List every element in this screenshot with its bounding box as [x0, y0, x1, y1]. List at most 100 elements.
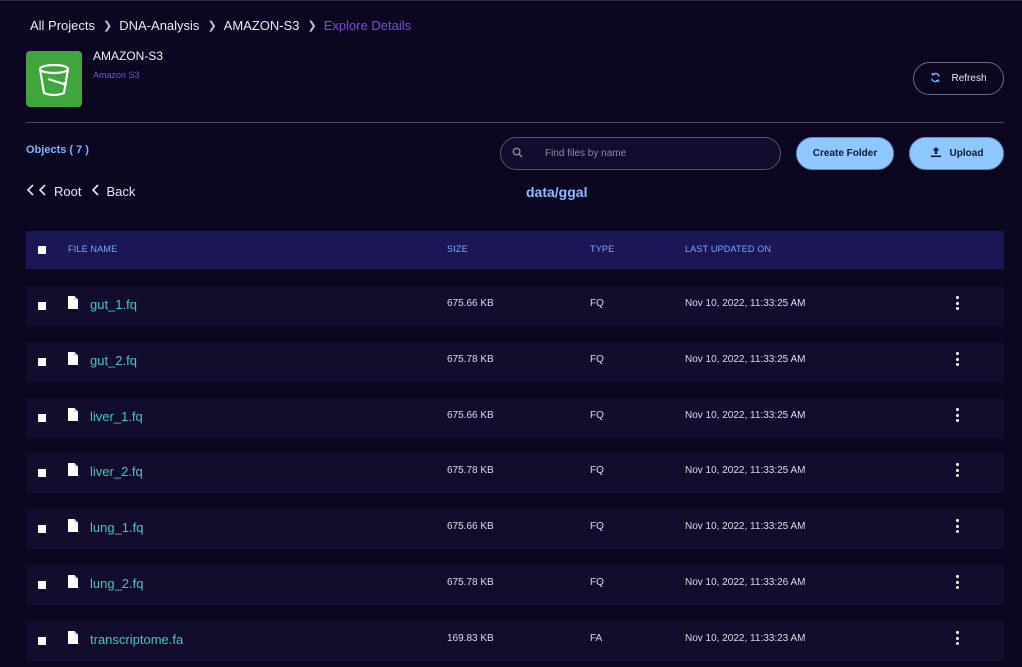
more-options-icon[interactable]: [954, 352, 960, 366]
file-updated: Nov 10, 2022, 11:33:23 AM: [685, 633, 806, 644]
breadcrumb-all-projects[interactable]: All Projects: [30, 18, 95, 33]
search-icon: [512, 145, 523, 163]
file-updated: Nov 10, 2022, 11:33:25 AM: [685, 410, 806, 421]
breadcrumb-dna-analysis[interactable]: DNA-Analysis: [119, 18, 199, 33]
file-name-link[interactable]: gut_2.fq: [68, 352, 137, 368]
row-checkbox[interactable]: [38, 525, 46, 533]
file-updated: Nov 10, 2022, 11:33:25 AM: [685, 465, 806, 476]
create-folder-label: Create Folder: [812, 148, 878, 159]
folder-navigation: Root Back: [26, 184, 135, 199]
file-size: 675.66 KB: [447, 298, 494, 309]
file-type: FA: [590, 633, 603, 644]
search-input[interactable]: [545, 148, 745, 159]
create-folder-button[interactable]: Create Folder: [796, 137, 894, 170]
double-chevron-left-icon: [26, 184, 48, 199]
file-name: gut_1.fq: [90, 296, 137, 312]
chevron-right-icon: ❯: [207, 20, 217, 32]
refresh-label: Refresh: [951, 73, 987, 84]
file-updated: Nov 10, 2022, 11:33:25 AM: [685, 298, 806, 309]
chevron-left-icon: [91, 184, 100, 199]
file-size: 169.83 KB: [447, 633, 494, 644]
column-header-size[interactable]: SIZE: [447, 244, 468, 254]
breadcrumb-current: Explore Details: [323, 18, 412, 33]
file-name: lung_1.fq: [90, 519, 144, 535]
file-name-link[interactable]: gut_1.fq: [68, 296, 137, 312]
column-header-last-updated[interactable]: LAST UPDATED ON: [685, 244, 771, 254]
file-type: FQ: [590, 521, 604, 532]
file-updated: Nov 10, 2022, 11:33:25 AM: [685, 521, 806, 532]
file-type: FQ: [590, 298, 604, 309]
upload-button[interactable]: Upload: [909, 137, 1004, 170]
row-checkbox[interactable]: [38, 469, 46, 477]
chevron-right-icon: ❯: [103, 20, 113, 32]
s3-bucket-icon: [26, 51, 82, 107]
refresh-icon: [930, 72, 941, 86]
upload-label: Upload: [949, 148, 984, 159]
back-label: Back: [106, 184, 136, 199]
file-name: gut_2.fq: [90, 352, 137, 368]
table-row[interactable]: gut_1.fq 675.66 KB FQ Nov 10, 2022, 11:3…: [26, 286, 1004, 326]
file-icon: [68, 575, 78, 591]
table-row[interactable]: lung_2.fq 675.78 KB FQ Nov 10, 2022, 11:…: [26, 565, 1004, 605]
explore-details-page: All Projects ❯ DNA-Analysis ❯ AMAZON-S3 …: [0, 0, 1022, 667]
file-size: 675.78 KB: [447, 577, 494, 588]
column-header-file-name[interactable]: FILE NAME: [68, 244, 117, 254]
more-options-icon[interactable]: [954, 575, 960, 589]
more-options-icon[interactable]: [954, 519, 960, 533]
file-size: 675.66 KB: [447, 410, 494, 421]
file-name-link[interactable]: liver_1.fq: [68, 408, 143, 424]
row-checkbox[interactable]: [38, 414, 46, 422]
file-type: FQ: [590, 410, 604, 421]
row-checkbox[interactable]: [38, 358, 46, 366]
row-checkbox[interactable]: [38, 302, 46, 310]
more-options-icon[interactable]: [954, 296, 960, 310]
table-row[interactable]: gut_2.fq 675.78 KB FQ Nov 10, 2022, 11:3…: [26, 342, 1004, 382]
table-row[interactable]: lung_1.fq 675.66 KB FQ Nov 10, 2022, 11:…: [26, 509, 1004, 549]
search-box: [500, 137, 781, 170]
breadcrumb-amazon-s3[interactable]: AMAZON-S3: [224, 18, 300, 33]
table-row[interactable]: transcriptome.fa 169.83 KB FA Nov 10, 20…: [26, 621, 1004, 661]
file-name: liver_2.fq: [90, 463, 143, 479]
root-link[interactable]: Root: [26, 184, 81, 199]
file-icon: [68, 463, 78, 479]
file-name-link[interactable]: lung_2.fq: [68, 575, 144, 591]
refresh-button[interactable]: Refresh: [913, 62, 1004, 95]
header-divider: [26, 122, 1004, 123]
file-updated: Nov 10, 2022, 11:33:25 AM: [685, 354, 806, 365]
file-size: 675.78 KB: [447, 354, 494, 365]
current-path: data/ggal: [526, 184, 588, 200]
table-row[interactable]: liver_1.fq 675.66 KB FQ Nov 10, 2022, 11…: [26, 398, 1004, 438]
file-type: FQ: [590, 465, 604, 476]
file-icon: [68, 296, 78, 312]
file-size: 675.66 KB: [447, 521, 494, 532]
upload-icon: [930, 146, 942, 161]
chevron-right-icon: ❯: [307, 20, 317, 32]
file-size: 675.78 KB: [447, 465, 494, 476]
file-name: transcriptome.fa: [90, 631, 184, 647]
file-type: FQ: [590, 354, 604, 365]
file-name-link[interactable]: lung_1.fq: [68, 519, 144, 535]
file-name: liver_1.fq: [90, 408, 143, 424]
select-all-checkbox[interactable]: [38, 246, 46, 254]
row-checkbox[interactable]: [38, 637, 46, 645]
file-name-link[interactable]: transcriptome.fa: [68, 631, 183, 647]
column-header-type[interactable]: TYPE: [590, 244, 614, 254]
objects-count: Objects ( 7 ): [26, 144, 89, 156]
file-icon: [68, 631, 78, 647]
file-name-link[interactable]: liver_2.fq: [68, 463, 143, 479]
resource-title: AMAZON-S3: [93, 49, 164, 63]
more-options-icon[interactable]: [954, 631, 960, 645]
file-type: FQ: [590, 577, 604, 588]
file-name: lung_2.fq: [90, 575, 144, 591]
back-link[interactable]: Back: [91, 184, 135, 199]
file-icon: [68, 352, 78, 368]
row-checkbox[interactable]: [38, 581, 46, 589]
table-header: FILE NAME SIZE TYPE LAST UPDATED ON: [26, 231, 1004, 269]
resource-subtitle: Amazon S3: [93, 70, 140, 80]
more-options-icon[interactable]: [954, 463, 960, 477]
more-options-icon[interactable]: [954, 408, 960, 422]
file-updated: Nov 10, 2022, 11:33:26 AM: [685, 577, 806, 588]
file-icon: [68, 408, 78, 424]
root-label: Root: [54, 184, 82, 199]
table-row[interactable]: liver_2.fq 675.78 KB FQ Nov 10, 2022, 11…: [26, 453, 1004, 493]
